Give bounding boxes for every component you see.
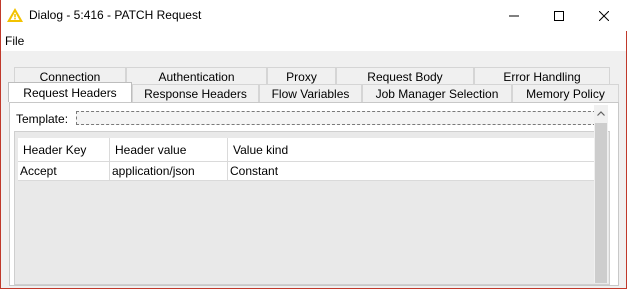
tab-memory-policy[interactable]: Memory Policy: [512, 84, 619, 102]
template-label: Template:: [16, 112, 69, 126]
tab-flow-variables[interactable]: Flow Variables: [259, 84, 362, 102]
menu-file[interactable]: File: [5, 34, 24, 48]
cell-value-kind[interactable]: Constant: [228, 162, 594, 181]
scrollbar-thumb[interactable]: [595, 123, 607, 283]
column-value-kind[interactable]: Value kind: [228, 138, 594, 162]
title-bar[interactable]: Dialog - 5:416 - PATCH Request: [1, 0, 627, 31]
dialog-window: Dialog - 5:416 - PATCH Request File Conn…: [0, 0, 627, 289]
tab-proxy[interactable]: Proxy: [267, 67, 336, 85]
warning-triangle-icon: [7, 8, 23, 22]
template-row: Template:: [12, 105, 608, 131]
tab-strip: Connection Authentication Proxy Request …: [8, 65, 619, 102]
close-icon: [599, 10, 609, 21]
headers-table-panel: Header Key Header value Value kind Accep…: [14, 131, 610, 285]
chevron-up-icon: [597, 110, 605, 116]
cell-header-value[interactable]: application/json: [110, 162, 228, 181]
vertical-scrollbar[interactable]: [594, 105, 608, 283]
template-dropdown[interactable]: [76, 111, 606, 125]
maximize-button[interactable]: [536, 0, 582, 31]
minimize-icon: [509, 15, 519, 16]
column-header-key[interactable]: Header Key: [18, 138, 110, 162]
maximize-icon: [554, 10, 564, 21]
tab-authentication[interactable]: Authentication: [126, 67, 267, 85]
menu-bar: File: [1, 31, 626, 51]
request-headers-panel: Template: Header Key Header value Value …: [9, 102, 619, 286]
tab-response-headers[interactable]: Response Headers: [132, 84, 259, 102]
tab-request-headers[interactable]: Request Headers: [8, 82, 132, 102]
table-header: Header Key Header value Value kind: [18, 138, 594, 162]
column-header-value[interactable]: Header value: [110, 138, 228, 162]
close-button[interactable]: [581, 0, 627, 31]
tab-request-body[interactable]: Request Body: [336, 67, 474, 85]
tab-job-manager-selection[interactable]: Job Manager Selection: [362, 84, 512, 102]
scroll-up-button[interactable]: [594, 105, 608, 121]
cell-header-key[interactable]: Accept: [18, 162, 110, 181]
headers-table: Header Key Header value Value kind Accep…: [18, 138, 594, 181]
window-title: Dialog - 5:416 - PATCH Request: [29, 8, 202, 22]
minimize-button[interactable]: [491, 0, 537, 31]
table-row[interactable]: Accept application/json Constant: [18, 162, 594, 181]
tab-error-handling[interactable]: Error Handling: [474, 67, 610, 85]
